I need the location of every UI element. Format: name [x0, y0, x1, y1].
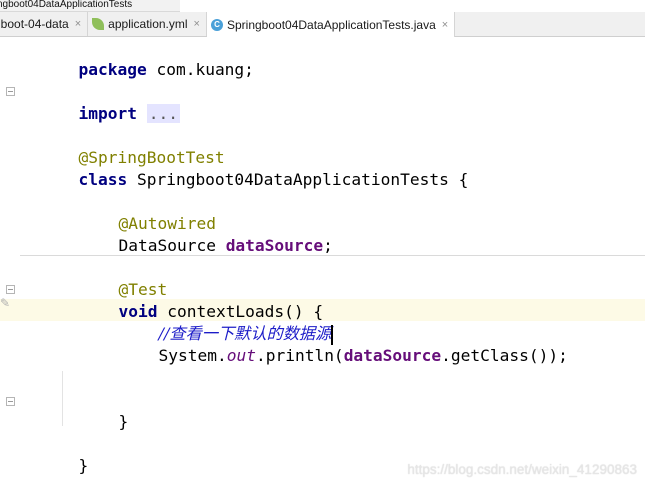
watermark: https://blog.csdn.net/weixin_41290863	[407, 462, 637, 477]
tab-label: Springboot04DataApplicationTests.java	[226, 17, 436, 32]
code-line-println: System.out.println(dataSource.getClass()…	[158, 346, 568, 365]
code-line-autowired: @Autowired	[118, 214, 216, 233]
spring-leaf-icon	[92, 18, 105, 30]
fold-collapse-icon[interactable]	[6, 285, 15, 294]
folded-imports[interactable]: ...	[146, 104, 180, 123]
code-editor[interactable]: ✎ package com.kuang; import ... @SpringB…	[0, 37, 645, 487]
code-line-field: DataSource dataSource;	[118, 236, 333, 255]
tab-label: gboot-04-data	[0, 17, 69, 31]
intention-bulb-icon[interactable]: ✎	[0, 296, 10, 310]
code-line-method-decl: void contextLoads() {	[118, 302, 324, 321]
tab-application-yml[interactable]: application.yml ×	[88, 12, 207, 36]
close-icon[interactable]: ×	[194, 18, 200, 30]
code-line-import: import ...	[78, 104, 180, 123]
close-icon[interactable]: ×	[75, 18, 81, 30]
code-line-class-decl: class Springboot04DataApplicationTests {	[78, 170, 469, 189]
fold-expand-icon[interactable]	[6, 87, 15, 96]
breadcrumb-label: ngboot04DataApplicationTests	[0, 0, 133, 10]
tab-label: application.yml	[108, 17, 188, 31]
close-icon[interactable]: ×	[442, 19, 448, 31]
code-line-annotation-class: @SpringBootTest	[78, 148, 225, 167]
code-line-method-close: }	[118, 412, 129, 431]
code-line-class-close: }	[78, 456, 89, 475]
breadcrumb[interactable]: ngboot04DataApplicationTests	[0, 0, 180, 12]
editor-tab-bar: gboot-04-data × application.yml × C Spri…	[0, 12, 645, 37]
class-icon: C	[210, 18, 223, 31]
tab-test-class[interactable]: C Springboot04DataApplicationTests.java …	[206, 12, 456, 37]
code-line-package: package com.kuang;	[78, 60, 254, 79]
code-line-test-annotation: @Test	[118, 280, 168, 299]
tab-module[interactable]: gboot-04-data ×	[0, 12, 89, 36]
fold-collapse-icon[interactable]	[6, 397, 15, 406]
code-line-comment: //查看一下默认的数据源	[158, 324, 334, 345]
